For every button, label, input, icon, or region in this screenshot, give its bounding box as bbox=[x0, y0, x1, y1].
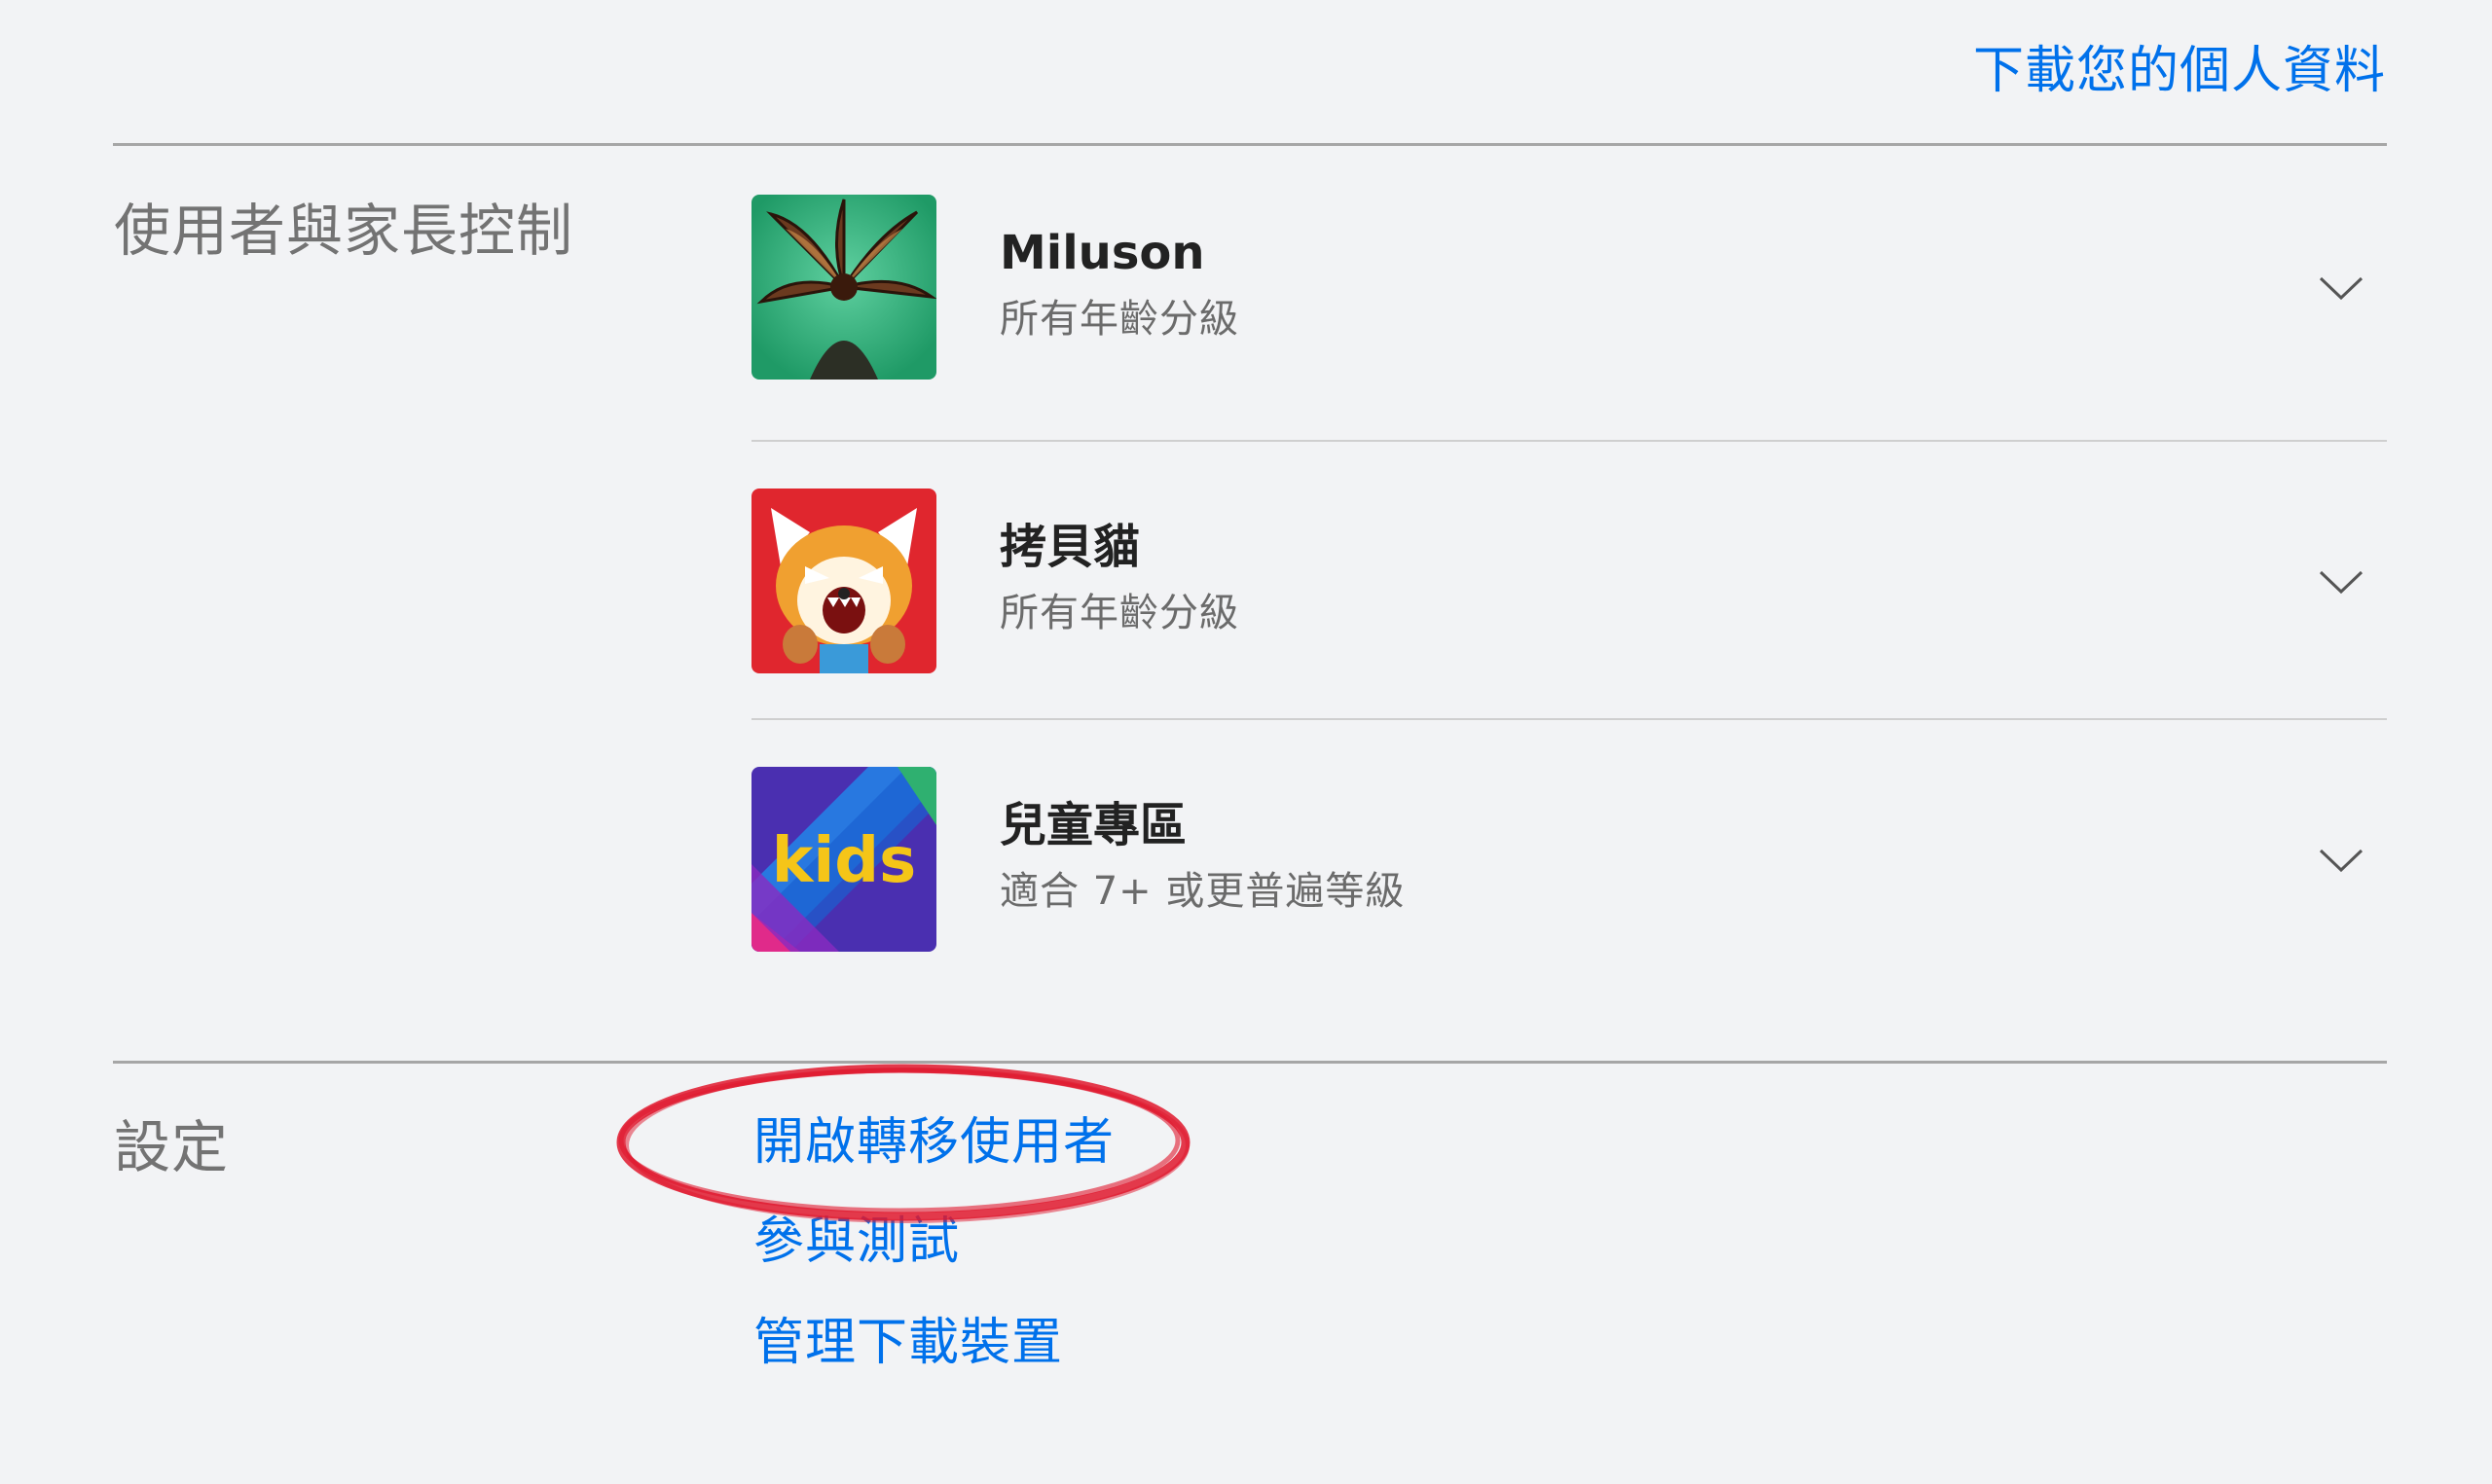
row-divider bbox=[751, 440, 2387, 442]
kids-avatar-text: kids bbox=[772, 825, 916, 897]
profile-name: 兒童專區 bbox=[1000, 798, 1188, 852]
manage-download-devices-link[interactable]: 管理下載裝置 bbox=[753, 1318, 1063, 1368]
profile-name: 拷貝貓 bbox=[1000, 520, 1141, 574]
profile-rating: 適合 7+ 或更普遍等級 bbox=[1000, 869, 1406, 914]
chevron-down-icon[interactable] bbox=[2317, 263, 2365, 311]
section-divider bbox=[113, 143, 2387, 146]
profile-rating: 所有年齡分級 bbox=[1000, 591, 1239, 635]
profiles-section-label: 使用者與家長控制 bbox=[114, 198, 574, 264]
settings-section-label: 設定 bbox=[114, 1114, 230, 1180]
chevron-down-icon[interactable] bbox=[2317, 835, 2365, 884]
chevron-down-icon[interactable] bbox=[2317, 557, 2365, 605]
download-personal-info-link[interactable]: 下載您的個人資料 bbox=[1973, 29, 2386, 102]
row-divider bbox=[751, 718, 2387, 720]
transfer-profile-link[interactable]: 開啟轉移使用者 bbox=[753, 1117, 1115, 1168]
profile-row-kids[interactable]: kids 兒童專區 適合 7+ 或更普遍等級 bbox=[751, 767, 2387, 952]
kids-avatar: kids bbox=[751, 767, 936, 952]
profile-name: Miluson bbox=[1000, 226, 1205, 280]
profile-row-copycat[interactable]: 拷貝貓 所有年齡分級 bbox=[751, 489, 2387, 673]
test-participation-link[interactable]: 參與測試 bbox=[753, 1216, 960, 1267]
monster-avatar bbox=[751, 195, 936, 380]
profile-rating: 所有年齡分級 bbox=[1000, 297, 1239, 342]
section-divider bbox=[113, 1061, 2387, 1064]
profile-row-miluson[interactable]: Miluson 所有年齡分級 bbox=[751, 195, 2387, 380]
red-panda-avatar bbox=[751, 489, 936, 673]
